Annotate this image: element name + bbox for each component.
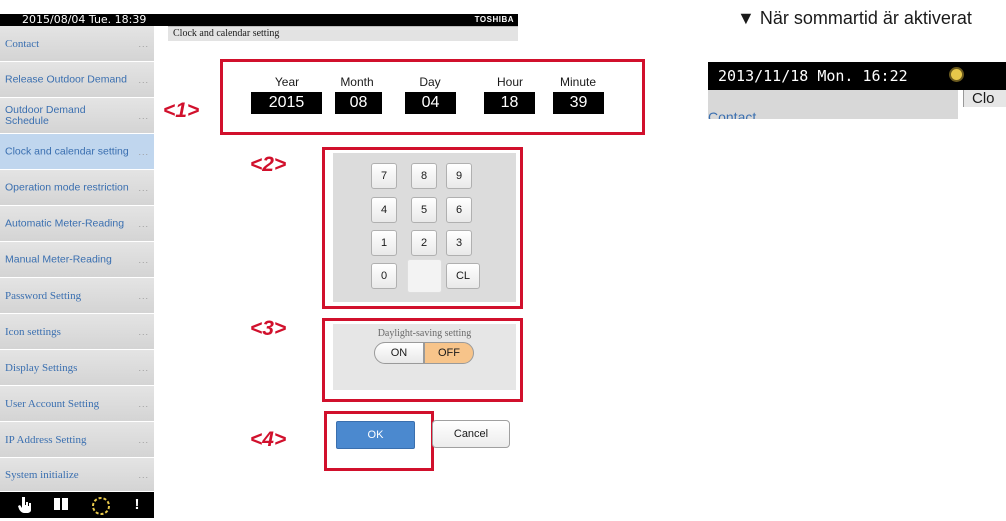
daylight-on-toggle[interactable]: ON <box>374 342 424 364</box>
page-title: Clock and calendar setting <box>173 28 280 39</box>
minute-field[interactable]: 39 <box>553 92 604 114</box>
sidebar-item-label: Icon settings <box>5 325 61 338</box>
sidebar-item-contact[interactable]: Contact ... <box>0 26 154 62</box>
sidebar-item-password[interactable]: Password Setting ... <box>0 278 154 314</box>
sidebar-item-label: User Account Setting <box>5 397 100 410</box>
sidebar-item-operation-mode[interactable]: Operation mode restriction ... <box>0 170 154 206</box>
sidebar-item-label: Manual Meter-Reading <box>5 253 112 265</box>
more-dots: ... <box>138 254 149 265</box>
key-0[interactable]: 0 <box>371 263 397 289</box>
sidebar-item-label: Contact <box>5 37 40 50</box>
sidebar-item-user-account[interactable]: User Account Setting ... <box>0 386 154 422</box>
month-field[interactable]: 08 <box>335 92 382 114</box>
sidebar-item-display-settings[interactable]: Display Settings ... <box>0 350 154 386</box>
sidebar-item-label: Clock and calendar setting <box>5 145 129 157</box>
key-4[interactable]: 4 <box>371 197 397 223</box>
key-1[interactable]: 1 <box>371 230 397 256</box>
top-status-bar: 2015/08/04 Tue. 18:39 TOSHIBA <box>0 13 518 26</box>
more-dots: ... <box>138 434 149 445</box>
sidebar: Contact ... Release Outdoor Demand ... O… <box>0 26 154 492</box>
daylight-saving-panel: Daylight-saving setting ON OFF <box>333 324 516 390</box>
year-field[interactable]: 2015 <box>251 92 322 114</box>
sidebar-item-system-initialize[interactable]: System initialize ... <box>0 458 154 492</box>
more-dots: ... <box>138 146 149 157</box>
clock-icon[interactable] <box>91 496 110 515</box>
hand-pointer-icon[interactable] <box>16 496 34 514</box>
key-clear[interactable]: CL <box>446 263 480 289</box>
month-label: Month <box>340 75 374 89</box>
current-datetime: 2015/08/04 Tue. 18:39 <box>22 13 147 26</box>
more-dots: ... <box>138 218 149 229</box>
sidebar-item-label: Password Setting <box>5 289 82 302</box>
day-field[interactable]: 04 <box>405 92 456 114</box>
more-dots: ... <box>138 110 149 121</box>
example-datetime: 2013/11/18 Mon. 16:22 <box>718 67 908 85</box>
callout-1: <1> <box>163 99 200 122</box>
dst-note: ▼ När sommartid är aktiverat <box>737 8 972 28</box>
bottom-toolbar: ! <box>0 492 154 518</box>
sidebar-item-label: Outdoor Demand Schedule <box>5 103 86 127</box>
sidebar-item-label: Operation mode restriction <box>5 181 129 193</box>
sidebar-item-outdoor-demand-schedule[interactable]: Outdoor Demand Schedule ... <box>0 98 154 134</box>
cancel-button[interactable]: Cancel <box>432 420 510 448</box>
more-dots: ... <box>138 326 149 337</box>
sidebar-item-release-outdoor-demand[interactable]: Release Outdoor Demand ... <box>0 62 154 98</box>
more-dots: ... <box>138 182 149 193</box>
sidebar-item-label: Release Outdoor Demand <box>5 73 127 85</box>
day-label: Day <box>419 75 441 89</box>
callout-2: <2> <box>250 153 287 176</box>
daylight-off-toggle[interactable]: OFF <box>424 342 474 364</box>
key-5[interactable]: 5 <box>411 197 437 223</box>
sidebar-item-ip-address[interactable]: IP Address Setting ... <box>0 422 154 458</box>
book-icon[interactable] <box>52 496 70 514</box>
more-dots: ... <box>138 362 149 373</box>
sidebar-item-manual-meter[interactable]: Manual Meter-Reading ... <box>0 242 154 278</box>
key-9[interactable]: 9 <box>446 163 472 189</box>
more-dots: ... <box>138 469 149 480</box>
sidebar-item-icon-settings[interactable]: Icon settings ... <box>0 314 154 350</box>
more-dots: ... <box>138 398 149 409</box>
more-dots: ... <box>138 290 149 301</box>
more-dots: ... <box>138 74 149 85</box>
sidebar-item-label: Automatic Meter-Reading <box>5 217 125 229</box>
sidebar-item-automatic-meter[interactable]: Automatic Meter-Reading ... <box>0 206 154 242</box>
dst-example-screenshot: 2013/11/18 Mon. 16:22 Contact Clo <box>708 62 1006 119</box>
key-blank <box>407 259 442 293</box>
key-8[interactable]: 8 <box>411 163 437 189</box>
key-7[interactable]: 7 <box>371 163 397 189</box>
sidebar-item-label: IP Address Setting <box>5 433 87 446</box>
year-label: Year <box>274 75 300 89</box>
key-3[interactable]: 3 <box>446 230 472 256</box>
more-dots: ... <box>138 38 149 49</box>
key-2[interactable]: 2 <box>411 230 437 256</box>
daylight-saving-title: Daylight-saving setting <box>377 328 472 339</box>
sidebar-item-clock-calendar[interactable]: Clock and calendar setting ... <box>0 134 154 170</box>
callout-4: <4> <box>250 428 287 451</box>
page-title-bar: Clock and calendar setting <box>168 26 518 41</box>
ok-button[interactable]: OK <box>336 421 415 449</box>
example-sidebar-label: Contact <box>708 109 757 119</box>
sidebar-item-label: Display Settings <box>5 361 78 374</box>
example-sidebar: Contact <box>708 90 958 119</box>
sun-icon <box>951 69 962 80</box>
alert-icon[interactable]: ! <box>128 496 146 514</box>
callout-3: <3> <box>250 317 287 340</box>
sidebar-item-label: System initialize <box>5 468 79 481</box>
key-6[interactable]: 6 <box>446 197 472 223</box>
brand-logo: TOSHIBA <box>474 15 514 24</box>
example-content-label: Clo <box>963 90 1006 107</box>
minute-label: Minute <box>559 75 597 89</box>
hour-label: Hour <box>496 75 523 89</box>
keypad: 7 8 9 4 5 6 1 2 3 0 CL <box>333 153 516 302</box>
hour-field[interactable]: 18 <box>484 92 535 114</box>
